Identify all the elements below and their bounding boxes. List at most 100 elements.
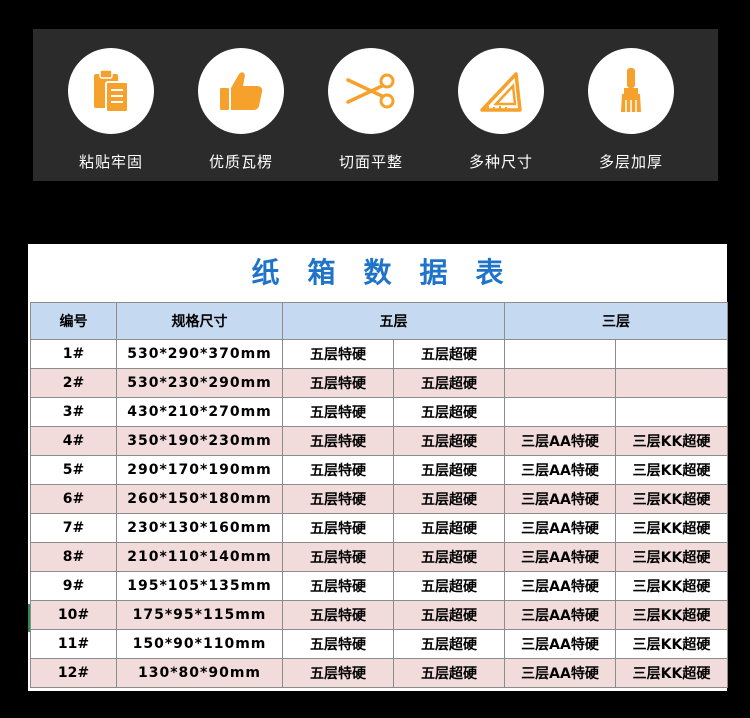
cell-size: 260*150*180mm xyxy=(116,484,283,514)
cell-id: 3# xyxy=(30,397,117,427)
cell-five-layer-extra-hard: 五层特硬 xyxy=(282,339,394,369)
feature-quality-corrugated: 优质瓦楞 xyxy=(186,29,296,181)
feature-label: 粘贴牢固 xyxy=(78,153,143,171)
brush-icon xyxy=(621,68,641,112)
cell-three-layer-aa: 三层AA特硬 xyxy=(504,571,616,601)
cell-three-layer-kk: 三层KK超硬 xyxy=(615,426,728,456)
cell-size: 350*190*230mm xyxy=(116,426,283,456)
cell-five-layer-extra-hard: 五层特硬 xyxy=(282,455,394,485)
cell-size: 130*80*90mm xyxy=(116,658,283,688)
table-row: 6# 260*150*180mm 五层特硬 五层超硬 三层AA特硬 三层KK超硬 xyxy=(30,484,728,514)
cell-three-layer-kk: 三层KK超硬 xyxy=(615,513,728,543)
cell-id: 2# xyxy=(30,368,117,398)
cell-three-layer-aa: 三层AA特硬 xyxy=(504,542,616,572)
cell-three-layer-aa: 三层AA特硬 xyxy=(504,629,616,659)
cell-id: 4# xyxy=(30,426,117,456)
cell-three-layer-aa xyxy=(504,397,616,427)
table-row: 2# 530*230*290mm 五层特硬 五层超硬 xyxy=(30,368,728,398)
feature-label: 多层加厚 xyxy=(598,153,663,171)
sheet-title: 纸箱数据表 xyxy=(251,256,532,289)
cell-size: 210*110*140mm xyxy=(116,542,283,572)
cell-three-layer-kk xyxy=(615,339,728,369)
cell-three-layer-kk: 三层KK超硬 xyxy=(615,658,728,688)
cell-five-layer-extra-hard: 五层特硬 xyxy=(282,542,394,572)
cell-three-layer-kk: 三层KK超硬 xyxy=(615,542,728,572)
feature-banner: 粘贴牢固 优质瓦楞 切面平整 多种尺寸 多层加厚 xyxy=(33,29,718,181)
feature-label: 切面平整 xyxy=(338,153,403,171)
cell-five-layer-extra-hard: 五层特硬 xyxy=(282,484,394,514)
cell-size: 175*95*115mm xyxy=(116,600,283,630)
cell-id: 7# xyxy=(30,513,117,543)
cell-three-layer-aa: 三层AA特硬 xyxy=(504,513,616,543)
cell-five-layer-super-hard: 五层超硬 xyxy=(393,426,505,456)
cell-five-layer-extra-hard: 五层特硬 xyxy=(282,571,394,601)
cell-five-layer-super-hard: 五层超硬 xyxy=(393,542,505,572)
header-size: 规格尺寸 xyxy=(116,302,283,340)
cell-size: 290*170*190mm xyxy=(116,455,283,485)
cell-id: 10# xyxy=(30,600,117,630)
header-five-layer: 五层 xyxy=(282,302,505,340)
cell-five-layer-super-hard: 五层超硬 xyxy=(393,484,505,514)
cell-five-layer-super-hard: 五层超硬 xyxy=(393,339,505,369)
cell-five-layer-super-hard: 五层超硬 xyxy=(393,629,505,659)
cell-three-layer-aa: 三层AA特硬 xyxy=(504,426,616,456)
cell-three-layer-aa: 三层AA特硬 xyxy=(504,484,616,514)
feature-circle xyxy=(198,48,284,134)
cell-id: 11# xyxy=(30,629,117,659)
cell-three-layer-kk: 三层KK超硬 xyxy=(615,629,728,659)
cell-five-layer-super-hard: 五层超硬 xyxy=(393,658,505,688)
feature-circle xyxy=(68,48,154,134)
cell-five-layer-super-hard: 五层超硬 xyxy=(393,368,505,398)
table-row: 12# 130*80*90mm 五层特硬 五层超硬 三层AA特硬 三层KK超硬 xyxy=(30,658,728,688)
cell-size: 530*230*290mm xyxy=(116,368,283,398)
cell-size: 430*210*270mm xyxy=(116,397,283,427)
cell-three-layer-kk: 三层KK超硬 xyxy=(615,600,728,630)
feature-label: 多种尺寸 xyxy=(468,153,533,171)
table-row: 9# 195*105*135mm 五层特硬 五层超硬 三层AA特硬 三层KK超硬 xyxy=(30,571,728,601)
cell-three-layer-aa: 三层AA特硬 xyxy=(504,600,616,630)
feature-multi-layer: 多层加厚 xyxy=(576,29,686,181)
cell-five-layer-extra-hard: 五层特硬 xyxy=(282,629,394,659)
cell-five-layer-extra-hard: 五层特硬 xyxy=(282,513,394,543)
carton-data-sheet: 纸箱数据表 编号 规格尺寸 五层 三层 1# 530*290*370mm 五层特硬五… xyxy=(28,244,728,691)
feature-label: 优质瓦楞 xyxy=(208,153,273,171)
table-row: 11# 150*90*110mm 五层特硬 五层超硬 三层AA特硬 三层KK超硬 xyxy=(30,629,728,659)
cell-size: 530*290*370mm xyxy=(116,339,283,369)
cell-id: 1# xyxy=(30,339,117,369)
cell-size: 195*105*135mm xyxy=(116,571,283,601)
cell-three-layer-kk: 三层KK超硬 xyxy=(615,455,728,485)
cell-five-layer-super-hard: 五层超硬 xyxy=(393,455,505,485)
cell-three-layer-kk xyxy=(615,397,728,427)
set-square-icon xyxy=(480,72,522,112)
cell-five-layer-extra-hard: 五层特硬 xyxy=(282,600,394,630)
cell-five-layer-super-hard: 五层超硬 xyxy=(393,571,505,601)
cell-five-layer-extra-hard: 五层特硬 xyxy=(282,368,394,398)
header-three-layer: 三层 xyxy=(504,302,728,340)
cell-three-layer-kk xyxy=(615,368,728,398)
table-row: 7# 230*130*160mm 五层特硬 五层超硬 三层AA特硬 三层KK超硬 xyxy=(30,513,728,543)
cell-three-layer-kk: 三层KK超硬 xyxy=(615,571,728,601)
cell-five-layer-super-hard: 五层超硬 xyxy=(393,397,505,427)
cell-three-layer-aa: 三层AA特硬 xyxy=(504,658,616,688)
cell-id: 9# xyxy=(30,571,117,601)
scissors-icon xyxy=(346,73,395,109)
table-row: 5# 290*170*190mm 五层特硬 五层超硬 三层AA特硬 三层KK超硬 xyxy=(30,455,728,485)
cell-id: 6# xyxy=(30,484,117,514)
cell-three-layer-aa: 三层AA特硬 xyxy=(504,455,616,485)
carton-data-table: 编号 规格尺寸 五层 三层 1# 530*290*370mm 五层特硬 五层超硬 2# 5… xyxy=(30,302,728,688)
table-row: 4# 350*190*230mm 五层特硬 五层超硬 三层AA特硬 三层KK超硬 xyxy=(30,426,728,456)
cell-id: 5# xyxy=(30,455,117,485)
cell-three-layer-aa xyxy=(504,368,616,398)
cell-five-layer-extra-hard: 五层特硬 xyxy=(282,426,394,456)
table-row: 3# 430*210*270mm 五层特硬 五层超硬 xyxy=(30,397,728,427)
row-edge-marker xyxy=(28,604,30,632)
cell-five-layer-extra-hard: 五层特硬 xyxy=(282,658,394,688)
clipboard-icon xyxy=(94,69,129,113)
cell-size: 230*130*160mm xyxy=(116,513,283,543)
table-header-row: 编号 规格尺寸 五层 三层 xyxy=(30,302,728,340)
feature-circle xyxy=(458,48,544,134)
table-row: 10# 175*95*115mm 五层特硬 五层超硬 三层AA特硬 三层KK超硬 xyxy=(30,600,728,630)
cell-size: 150*90*110mm xyxy=(116,629,283,659)
cell-five-layer-super-hard: 五层超硬 xyxy=(393,513,505,543)
table-row: 8# 210*110*140mm 五层特硬 五层超硬 三层AA特硬 三层KK超硬 xyxy=(30,542,728,572)
